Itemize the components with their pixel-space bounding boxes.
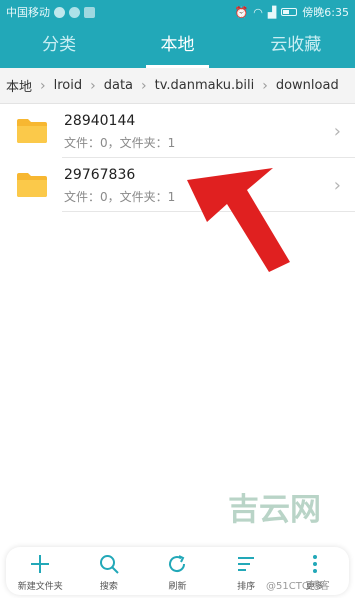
- app-notification-icon: [54, 6, 65, 18]
- folder-meta: 文件：0，文件夹：1: [64, 136, 176, 150]
- chevron-right-icon: ›: [333, 175, 341, 196]
- battery-icon: [281, 8, 298, 16]
- app-header: 中国移动 ⏰ ◠ ▟ 傍晚6:35 分类 本地 云收藏: [0, 0, 355, 68]
- plus-icon: [31, 555, 50, 573]
- status-bar: 中国移动 ⏰ ◠ ▟ 傍晚6:35: [0, 0, 355, 22]
- breadcrumb-item-local[interactable]: 本地: [0, 76, 38, 95]
- search-label: 搜索: [99, 582, 118, 592]
- folder-icon: [17, 119, 47, 143]
- new-folder-button[interactable]: 新建文件夹: [8, 547, 72, 592]
- gallery-icon: [84, 6, 95, 18]
- chevron-right-icon: ›: [40, 77, 46, 94]
- chevron-right-icon: ›: [262, 77, 268, 94]
- folder-icon: [17, 173, 47, 197]
- refresh-button[interactable]: 刷新: [145, 547, 209, 592]
- svg-text:吉云网: 吉云网: [228, 492, 321, 526]
- wifi-icon: ◠: [253, 5, 263, 19]
- carrier-label: 中国移动: [6, 6, 50, 19]
- refresh-label: 刷新: [168, 582, 187, 592]
- message-icon: [69, 6, 80, 18]
- chevron-right-icon: ›: [333, 121, 341, 142]
- clock-time: 傍晚6:35: [302, 6, 349, 19]
- search-icon: [99, 555, 119, 574]
- red-arrow-annotation: [187, 168, 290, 272]
- folder-meta: 文件：0，文件夹：1: [64, 190, 176, 204]
- search-button[interactable]: 搜索: [77, 547, 141, 592]
- tab-cloud-favorites[interactable]: 云收藏: [237, 30, 355, 68]
- chevron-right-icon: ›: [90, 77, 96, 94]
- sort-icon: [238, 557, 255, 571]
- signal-icon: ▟: [267, 5, 277, 19]
- chevron-right-icon: ›: [141, 77, 147, 94]
- new-folder-label: 新建文件夹: [17, 582, 63, 592]
- watermark-label: @51CTO博客: [266, 581, 330, 592]
- tab-local[interactable]: 本地: [118, 30, 236, 68]
- breadcrumb-item-download[interactable]: download: [270, 78, 345, 93]
- tab-category[interactable]: 分类: [0, 30, 118, 68]
- folder-name: 28940144: [64, 113, 136, 129]
- breadcrumb: 本地 › lroid › data › tv.danmaku.bili › do…: [0, 68, 355, 104]
- refresh-icon: [169, 555, 186, 573]
- breadcrumb-item-data[interactable]: data: [98, 78, 139, 93]
- breadcrumb-item-package[interactable]: tv.danmaku.bili: [149, 78, 261, 93]
- alarm-icon: ⏰: [234, 5, 249, 19]
- more-icon: [312, 555, 317, 573]
- breadcrumb-item-android[interactable]: lroid: [48, 78, 89, 93]
- list-item[interactable]: 28940144 文件：0，文件夹：1 ›: [0, 104, 355, 158]
- folder-name: 29767836: [64, 167, 136, 183]
- watermark-logo: 吉云网: [228, 492, 321, 526]
- tab-bar: 分类 本地 云收藏: [0, 30, 355, 68]
